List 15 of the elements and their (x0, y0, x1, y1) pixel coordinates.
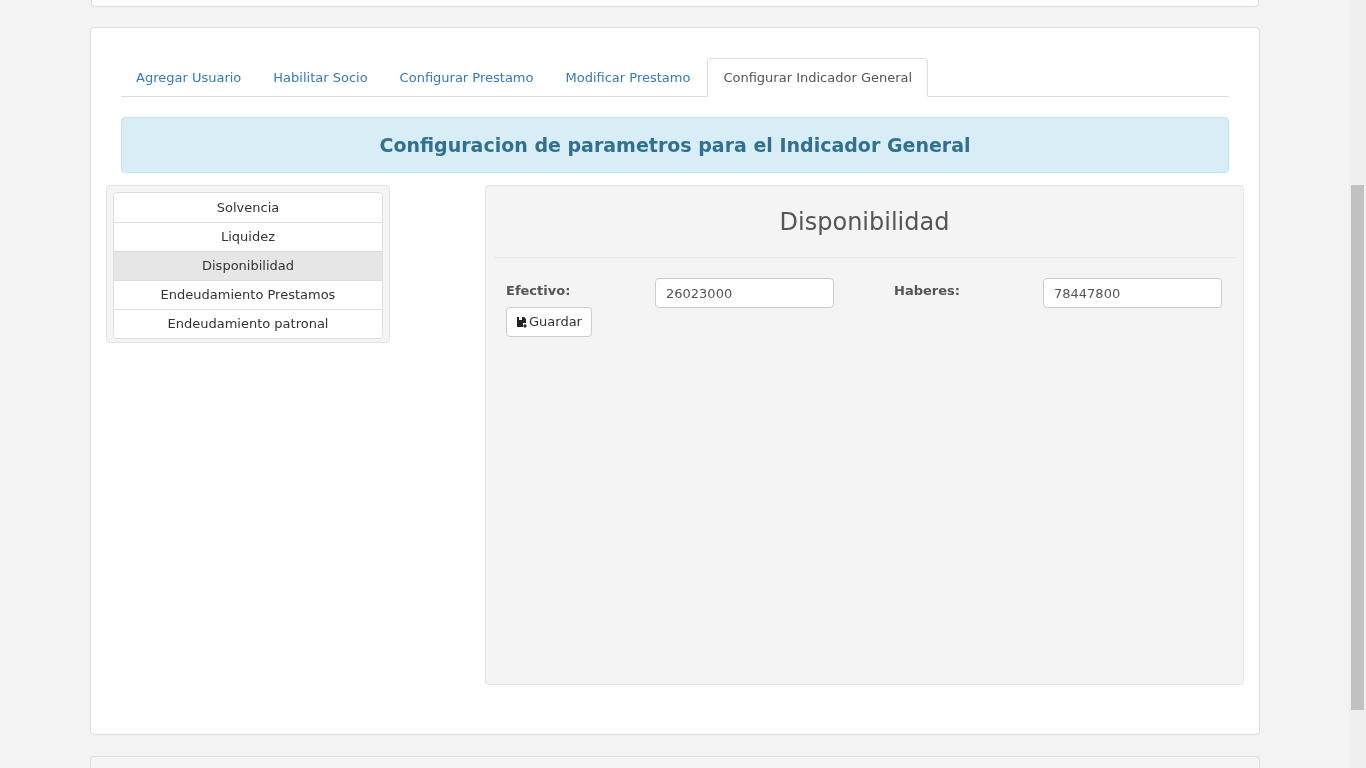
tab[interactable]: Habilitar Socio (258, 58, 383, 97)
input-field[interactable]: 26023000 (655, 278, 834, 308)
scrollbar-thumb[interactable] (1351, 185, 1364, 710)
tab[interactable]: Configurar Indicador General (707, 58, 929, 97)
input-field[interactable]: 78447800 (1043, 278, 1222, 308)
banner-heading: Configuracion de parametros para el Indicador General (121, 117, 1229, 173)
field-label: Haberes: (894, 282, 961, 300)
indicator-list-item[interactable]: Endeudamiento patronal (114, 309, 382, 338)
save-button[interactable]: Guardar (506, 307, 592, 337)
panel-title: Disponibilidad (779, 206, 950, 238)
indicator-list-item[interactable]: Disponibilidad (114, 251, 382, 280)
field-label: Efectivo: (506, 282, 572, 300)
tab[interactable]: Agregar Usuario (121, 58, 257, 97)
tab[interactable]: Configurar Prestamo (384, 58, 549, 97)
tab[interactable]: Modificar Prestamo (550, 58, 706, 97)
